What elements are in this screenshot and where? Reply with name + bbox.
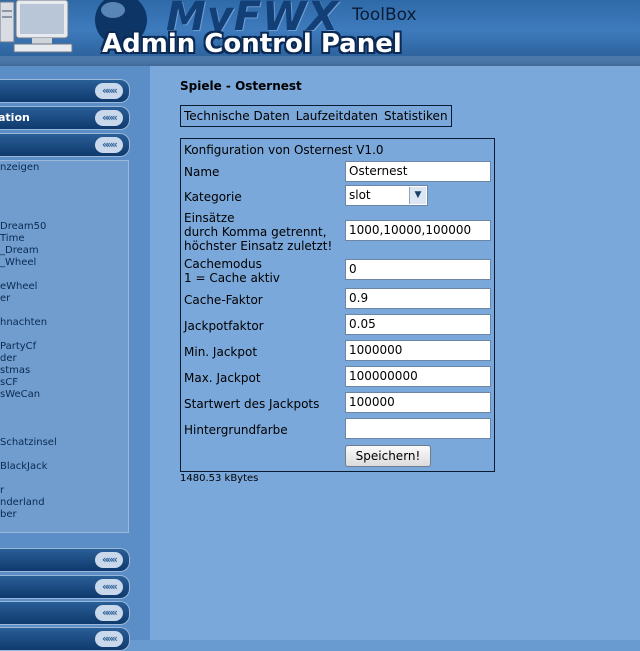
hintergrundfarbe-label: Hintergrundfarbe bbox=[184, 423, 288, 437]
sidebar-section-2[interactable]: ation ««« bbox=[0, 106, 130, 130]
tab-statistiken[interactable]: Statistiken bbox=[384, 109, 448, 123]
sidebar-game-item[interactable]: r bbox=[0, 485, 4, 496]
sidebar-section-5[interactable]: ««« bbox=[0, 575, 130, 599]
collapse-icon[interactable]: ««« bbox=[95, 605, 123, 621]
sidebar-section-7[interactable]: ««« bbox=[0, 627, 130, 651]
sidebar-game-item[interactable]: _Dream bbox=[0, 245, 39, 256]
sidebar-game-item[interactable]: Schatzinsel bbox=[0, 437, 57, 448]
sidebar-game-item[interactable]: hnachten bbox=[0, 317, 47, 328]
einsaetze-field[interactable]: 1000,10000,100000 bbox=[345, 220, 491, 241]
sidebar-game-item[interactable]: ber bbox=[0, 509, 17, 520]
sidebar-game-item[interactable]: stmas bbox=[0, 365, 30, 376]
collapse-icon[interactable]: ««« bbox=[95, 631, 123, 647]
cachemodus-label-line2: 1 = Cache aktiv bbox=[184, 271, 280, 285]
sidebar-section-3[interactable]: ««« bbox=[0, 133, 130, 157]
startwert-label: Startwert des Jackpots bbox=[184, 397, 320, 411]
collapse-icon[interactable]: ««« bbox=[95, 552, 123, 568]
max-jackpot-label: Max. Jackpot bbox=[184, 371, 261, 385]
einsaetze-label-line2: durch Komma getrennt, bbox=[184, 225, 327, 239]
kategorie-select[interactable]: slot ▼ bbox=[345, 185, 428, 206]
sidebar-section-4[interactable]: ««« bbox=[0, 548, 130, 572]
tab-technische-daten[interactable]: Technische Daten bbox=[184, 109, 290, 123]
save-button[interactable]: Speichern! bbox=[345, 445, 431, 467]
sidebar-section-label: ation bbox=[0, 111, 30, 124]
kategorie-label: Kategorie bbox=[184, 190, 242, 204]
name-field[interactable]: Osternest bbox=[345, 161, 491, 182]
cache-faktor-field[interactable]: 0.9 bbox=[345, 288, 491, 309]
cachemodus-label-line1: Cachemodus bbox=[184, 257, 262, 271]
sidebar-game-item[interactable]: _Wheel bbox=[0, 257, 36, 268]
einsaetze-label-line1: Einsätze bbox=[184, 211, 235, 225]
collapse-icon[interactable]: ««« bbox=[95, 579, 123, 595]
jackpotfaktor-field[interactable]: 0.05 bbox=[345, 314, 491, 335]
tab-bar: Technische Daten Laufzeitdaten Statistiken bbox=[180, 105, 452, 127]
hintergrundfarbe-field[interactable] bbox=[345, 418, 491, 439]
min-jackpot-field[interactable]: 1000000 bbox=[345, 340, 491, 361]
chevron-down-icon[interactable]: ▼ bbox=[409, 187, 426, 204]
toolbox-label: ToolBox bbox=[352, 5, 417, 25]
cache-faktor-label: Cache-Faktor bbox=[184, 293, 263, 307]
max-jackpot-field[interactable]: 100000000 bbox=[345, 366, 491, 387]
sidebar-game-item[interactable]: sWeCan bbox=[0, 389, 40, 400]
sidebar-game-item[interactable]: PartyCf bbox=[0, 341, 36, 352]
collapse-icon[interactable]: ««« bbox=[95, 137, 123, 153]
sidebar-game-item[interactable]: BlackJack bbox=[0, 461, 47, 472]
sidebar-section-6[interactable]: ««« bbox=[0, 601, 130, 625]
startwert-field[interactable]: 100000 bbox=[345, 392, 491, 413]
config-title: Konfiguration von Osternest V1.0 bbox=[184, 143, 384, 157]
sidebar-game-item[interactable]: Time bbox=[0, 233, 24, 244]
page-title: Spiele - Osternest bbox=[180, 79, 302, 93]
kategorie-selected-value: slot bbox=[349, 188, 371, 202]
jackpotfaktor-label: Jackpotfaktor bbox=[184, 319, 264, 333]
header-banner: MyFWX ToolBox Admin Control Panel bbox=[0, 0, 640, 66]
einsaetze-label-line3: höchster Einsatz zuletzt! bbox=[184, 239, 333, 253]
name-label: Name bbox=[184, 165, 220, 179]
tab-laufzeitdaten[interactable]: Laufzeitdaten bbox=[296, 109, 378, 123]
sidebar-game-item[interactable]: der bbox=[0, 353, 17, 364]
sidebar-game-item[interactable]: Dream50 bbox=[0, 221, 46, 232]
collapse-icon[interactable]: ««« bbox=[95, 110, 123, 126]
panel-title: Admin Control Panel bbox=[102, 29, 402, 59]
sidebar-game-item[interactable]: nzeigen bbox=[0, 162, 39, 173]
sidebar-section-1[interactable]: ««« bbox=[0, 79, 130, 103]
min-jackpot-label: Min. Jackpot bbox=[184, 345, 258, 359]
memory-usage: 1480.53 kBytes bbox=[180, 473, 259, 484]
sidebar-game-item[interactable]: eWheel bbox=[0, 281, 37, 292]
cachemodus-field[interactable]: 0 bbox=[345, 259, 491, 280]
sidebar-game-item[interactable]: er bbox=[0, 293, 10, 304]
sidebar-game-item[interactable]: sCF bbox=[0, 377, 18, 388]
computer-logo-icon bbox=[0, 0, 73, 53]
sidebar-game-item[interactable]: nderland bbox=[0, 497, 45, 508]
collapse-icon[interactable]: ««« bbox=[95, 83, 123, 99]
